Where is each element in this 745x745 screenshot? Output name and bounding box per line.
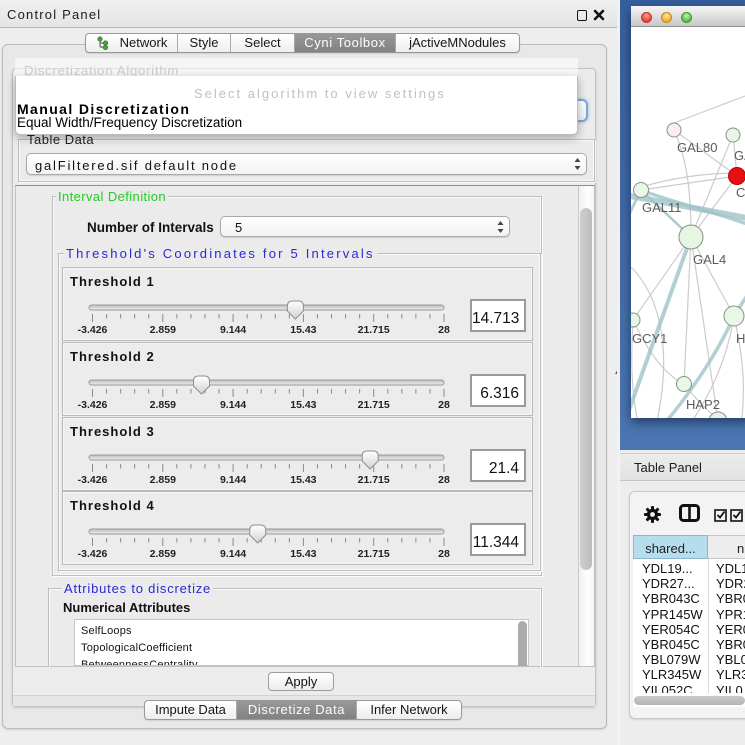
svg-text:GCY1: GCY1 [632,331,667,346]
svg-text:GA: GA [734,148,745,163]
svg-text:21.715: 21.715 [358,324,390,336]
svg-text:15.43: 15.43 [290,324,316,336]
svg-text:GAL4: GAL4 [693,252,726,267]
svg-text:-3.426: -3.426 [78,474,108,486]
svg-text:21.715: 21.715 [358,399,390,411]
svg-text:9.144: 9.144 [220,548,246,560]
svg-text:C: C [736,185,745,200]
svg-text:28: 28 [438,399,450,411]
svg-text:2.859: 2.859 [150,399,176,411]
svg-text:9.144: 9.144 [220,474,246,486]
svg-text:-3.426: -3.426 [78,324,108,336]
svg-text:9.144: 9.144 [220,324,246,336]
svg-text:21.715: 21.715 [358,548,390,560]
svg-text:2.859: 2.859 [150,548,176,560]
svg-text:-3.426: -3.426 [78,548,108,560]
svg-text:HAP2: HAP2 [686,397,720,412]
svg-text:2.859: 2.859 [150,474,176,486]
svg-text:H: H [736,331,745,346]
svg-text:15.43: 15.43 [290,474,316,486]
svg-text:15.43: 15.43 [290,548,316,560]
svg-text:2.859: 2.859 [150,324,176,336]
svg-text:21.715: 21.715 [358,474,390,486]
svg-text:28: 28 [438,548,450,560]
svg-text:GAL80: GAL80 [677,140,717,155]
svg-text:-3.426: -3.426 [78,399,108,411]
svg-text:GAL11: GAL11 [642,200,682,215]
svg-text:15.43: 15.43 [290,399,316,411]
svg-text:28: 28 [438,474,450,486]
svg-text:28: 28 [438,324,450,336]
svg-text:9.144: 9.144 [220,399,246,411]
